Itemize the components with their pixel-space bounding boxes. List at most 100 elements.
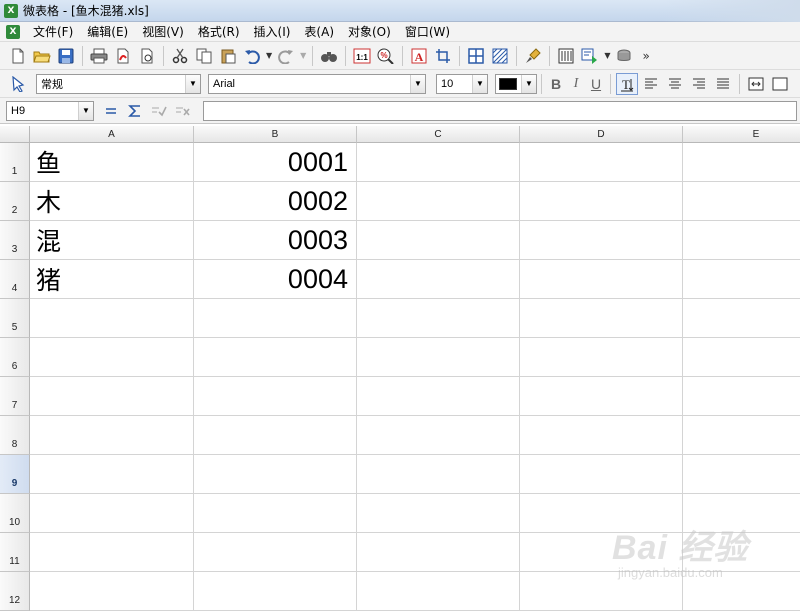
paste-icon[interactable] <box>217 45 239 67</box>
font-color-select[interactable]: ▼ <box>495 73 537 94</box>
cell-D9[interactable] <box>520 455 683 494</box>
cell-B2[interactable]: 0002 <box>194 182 357 221</box>
cell-C10[interactable] <box>357 494 520 533</box>
cell-reference-box[interactable]: H9 ▼ <box>6 100 94 121</box>
cell-D10[interactable] <box>520 494 683 533</box>
cell-A12[interactable] <box>30 572 194 611</box>
underline-button[interactable]: U <box>586 73 606 95</box>
cell-D7[interactable] <box>520 377 683 416</box>
cell-B11[interactable] <box>194 533 357 572</box>
chevron-down-icon[interactable]: ▼ <box>185 74 200 93</box>
row-header-11[interactable]: 11 <box>0 533 30 572</box>
row-header-4[interactable]: 4 <box>0 260 30 299</box>
open-folder-icon[interactable] <box>31 45 53 67</box>
cell-E3[interactable] <box>683 221 800 260</box>
crop-icon[interactable] <box>432 45 454 67</box>
cell-D8[interactable] <box>520 416 683 455</box>
more-tools-icon[interactable]: » <box>642 49 649 63</box>
cell-A3[interactable]: 混 <box>30 221 194 260</box>
cell-A5[interactable] <box>30 299 194 338</box>
row-header-1[interactable]: 1 <box>0 143 30 182</box>
merge-cells-icon[interactable] <box>745 73 767 95</box>
chevron-down-icon[interactable]: ▼ <box>472 74 487 93</box>
cell-A1[interactable]: 鱼 <box>30 143 194 182</box>
row-header-10[interactable]: 10 <box>0 494 30 533</box>
menu-insert[interactable]: 插入(I) <box>247 22 298 42</box>
formula-input[interactable] <box>203 100 797 121</box>
text-box-icon[interactable]: A <box>408 45 430 67</box>
cell-C4[interactable] <box>357 260 520 299</box>
cell-B1[interactable]: 0001 <box>194 143 357 182</box>
row-header-9[interactable]: 9 <box>0 455 30 494</box>
style-select[interactable]: 常规 ▼ <box>36 73 201 94</box>
cell-D2[interactable] <box>520 182 683 221</box>
menu-view[interactable]: 视图(V) <box>135 22 191 42</box>
redo-icon[interactable] <box>275 45 297 67</box>
select-all-corner[interactable] <box>0 126 30 143</box>
cell-B10[interactable] <box>194 494 357 533</box>
export-pdf-icon[interactable] <box>112 45 134 67</box>
cell-A8[interactable] <box>30 416 194 455</box>
format-painter-icon[interactable] <box>522 45 544 67</box>
cell-C12[interactable] <box>357 572 520 611</box>
row-header-7[interactable]: 7 <box>0 377 30 416</box>
row-header-6[interactable]: 6 <box>0 338 30 377</box>
cell-E2[interactable] <box>683 182 800 221</box>
column-header-B[interactable]: B <box>194 126 357 143</box>
column-header-A[interactable]: A <box>30 126 194 143</box>
cell-A4[interactable]: 猪 <box>30 260 194 299</box>
row-header-8[interactable]: 8 <box>0 416 30 455</box>
chart-frame-icon[interactable] <box>555 45 577 67</box>
find-icon[interactable] <box>318 45 340 67</box>
row-header-12[interactable]: 12 <box>0 572 30 611</box>
cell-B5[interactable] <box>194 299 357 338</box>
document-icon[interactable]: X <box>6 24 20 39</box>
sum-icon[interactable] <box>124 100 146 122</box>
cell-C7[interactable] <box>357 377 520 416</box>
cut-icon[interactable] <box>169 45 191 67</box>
cell-A2[interactable]: 木 <box>30 182 194 221</box>
text-orientation-icon[interactable]: T <box>616 72 638 95</box>
save-icon[interactable] <box>55 45 77 67</box>
column-header-E[interactable]: E <box>683 126 800 143</box>
redo-dropdown-icon[interactable]: ▼ <box>300 51 306 60</box>
undo-icon[interactable] <box>241 45 263 67</box>
italic-button[interactable]: I <box>566 73 586 95</box>
cell-B4[interactable]: 0004 <box>194 260 357 299</box>
cell-E1[interactable] <box>683 143 800 182</box>
more-format-icon[interactable] <box>769 73 791 95</box>
menu-object[interactable]: 对象(O) <box>341 22 398 42</box>
cell-E7[interactable] <box>683 377 800 416</box>
cell-C1[interactable] <box>357 143 520 182</box>
cell-D4[interactable] <box>520 260 683 299</box>
chevron-down-icon[interactable]: ▼ <box>410 74 425 93</box>
print-preview-icon[interactable] <box>136 45 158 67</box>
equals-icon[interactable] <box>100 100 122 122</box>
cell-A7[interactable] <box>30 377 194 416</box>
cell-A9[interactable] <box>30 455 194 494</box>
align-left-icon[interactable] <box>640 73 662 95</box>
select-pointer-icon[interactable] <box>7 73 29 95</box>
row-header-5[interactable]: 5 <box>0 299 30 338</box>
cell-B8[interactable] <box>194 416 357 455</box>
borders-icon[interactable] <box>465 45 487 67</box>
cell-E6[interactable] <box>683 338 800 377</box>
database-icon[interactable] <box>613 45 635 67</box>
row-header-3[interactable]: 3 <box>0 221 30 260</box>
cell-B12[interactable] <box>194 572 357 611</box>
align-justify-icon[interactable] <box>712 73 734 95</box>
cell-E10[interactable] <box>683 494 800 533</box>
cell-C9[interactable] <box>357 455 520 494</box>
cell-B3[interactable]: 0003 <box>194 221 357 260</box>
cell-C11[interactable] <box>357 533 520 572</box>
font-select[interactable]: Arial ▼ <box>208 73 426 94</box>
cell-E11[interactable] <box>683 533 800 572</box>
cell-C5[interactable] <box>357 299 520 338</box>
menu-table[interactable]: 表(A) <box>297 22 341 42</box>
cell-B7[interactable] <box>194 377 357 416</box>
cell-E5[interactable] <box>683 299 800 338</box>
cell-E8[interactable] <box>683 416 800 455</box>
row-header-2[interactable]: 2 <box>0 182 30 221</box>
cell-D11[interactable] <box>520 533 683 572</box>
cell-C3[interactable] <box>357 221 520 260</box>
